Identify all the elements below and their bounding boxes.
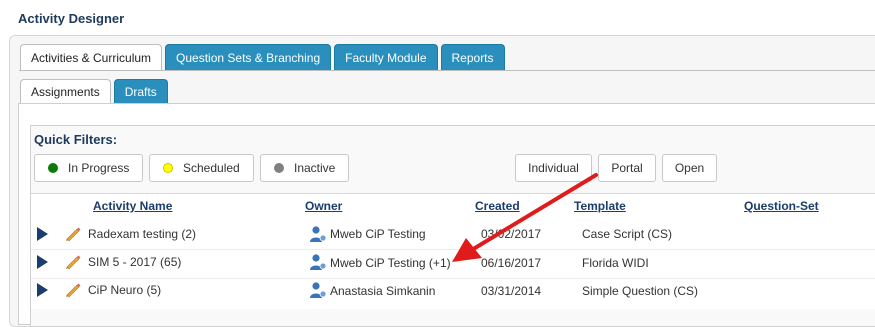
filter-open-button[interactable]: Open: [662, 154, 717, 182]
tab-reports[interactable]: Reports: [440, 44, 505, 70]
filter-scheduled-button[interactable]: Scheduled: [149, 154, 254, 182]
column-owner[interactable]: Owner: [305, 199, 342, 213]
tab-activities-curriculum[interactable]: Activities & Curriculum: [20, 44, 163, 70]
template-name: Florida WIDI: [582, 256, 649, 270]
filter-inactive-button[interactable]: Inactive: [260, 154, 349, 182]
template-name: Simple Question (CS): [582, 284, 699, 298]
owner-name: Anastasia Simkanin: [330, 284, 436, 298]
column-activity-name[interactable]: Activity Name: [93, 199, 172, 213]
status-dot-icon: [163, 163, 173, 173]
edit-pencil-icon[interactable]: [64, 225, 82, 243]
created-date: 03/31/2014: [481, 284, 542, 298]
filter-label: Portal: [611, 161, 643, 175]
filter-label: Open: [674, 161, 705, 175]
tab-question-sets-branching[interactable]: Question Sets & Branching: [165, 44, 332, 70]
created-date: 06/16/2017: [481, 256, 542, 270]
column-template[interactable]: Template: [574, 199, 626, 213]
quick-filters-label: Quick Filters:: [34, 132, 118, 147]
app-title: Activity Designer: [18, 11, 125, 26]
activity-name[interactable]: CiP Neuro (5): [88, 283, 161, 297]
activity-name[interactable]: SIM 5 - 2017 (65): [88, 255, 181, 269]
created-date: 03/02/2017: [481, 227, 542, 241]
status-dot-icon: [48, 163, 58, 173]
expand-row-icon[interactable]: [37, 227, 48, 241]
tab-divider: [19, 70, 875, 71]
column-question-set[interactable]: Question-Set: [744, 199, 819, 213]
tab-drafts[interactable]: Drafts: [113, 79, 168, 103]
filter-label: Individual: [528, 161, 579, 175]
edit-pencil-icon[interactable]: [64, 281, 82, 299]
owner-user-icon: [310, 282, 327, 298]
tab-assignments[interactable]: Assignments: [20, 79, 111, 103]
main-tabs: Activities & Curriculum Question Sets & …: [20, 44, 505, 70]
sub-tabs: Assignments Drafts: [20, 79, 168, 103]
edit-pencil-icon[interactable]: [64, 253, 82, 271]
tab-faculty-module[interactable]: Faculty Module: [334, 44, 438, 70]
filter-label: Scheduled: [183, 161, 240, 175]
expand-row-icon[interactable]: [37, 255, 48, 269]
template-name: Case Script (CS): [582, 227, 673, 241]
owner-name: Mweb CiP Testing: [330, 227, 426, 241]
owner-user-icon: [310, 254, 327, 270]
filter-in-progress-button[interactable]: In Progress: [34, 154, 143, 182]
owner-name: Mweb CiP Testing (+1): [330, 256, 451, 270]
filter-label: Inactive: [294, 161, 336, 175]
expand-row-icon[interactable]: [37, 283, 48, 297]
filter-label: In Progress: [68, 161, 130, 175]
column-created[interactable]: Created: [475, 199, 520, 213]
filter-portal-button[interactable]: Portal: [598, 154, 656, 182]
filter-individual-button[interactable]: Individual: [515, 154, 592, 182]
activity-name[interactable]: Radexam testing (2): [88, 227, 196, 241]
status-dot-icon: [274, 163, 284, 173]
owner-user-icon: [310, 226, 327, 242]
